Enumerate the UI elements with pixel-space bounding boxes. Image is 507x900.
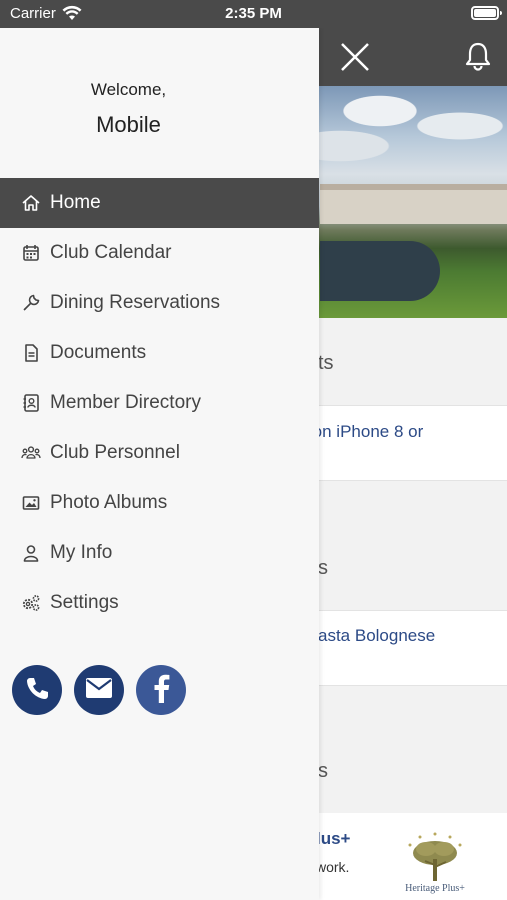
image-icon: [20, 492, 42, 514]
phone-icon: [24, 675, 50, 706]
clock: 2:35 PM: [225, 5, 282, 22]
promo-title: lus+: [316, 829, 351, 848]
contact-book-icon: [20, 392, 42, 414]
calendar-icon: [20, 242, 42, 264]
menu-item-home[interactable]: Home: [0, 178, 319, 228]
menu-item-club-calendar[interactable]: Club Calendar: [0, 228, 319, 278]
menu-item-label: My Info: [50, 542, 113, 563]
menu-item-photo-albums[interactable]: Photo Albums: [0, 478, 319, 528]
facebook-button[interactable]: [136, 665, 186, 715]
group-icon: [20, 442, 42, 464]
person-icon: [20, 542, 42, 564]
menu-item-label: Documents: [50, 342, 147, 363]
user-name: Mobile: [96, 112, 161, 137]
gears-icon: [20, 592, 42, 614]
mail-icon: [85, 677, 113, 704]
welcome-label: Welcome,: [90, 80, 167, 99]
status-bar: Carrier 2:35 PM: [0, 0, 507, 28]
menu-link[interactable]: asta Bolognese: [318, 626, 435, 646]
menu-item-label: Member Directory: [50, 392, 201, 413]
bell-icon[interactable]: [462, 40, 494, 72]
close-icon[interactable]: [340, 42, 370, 72]
promo-text: work.: [316, 859, 350, 875]
facebook-icon: [151, 673, 171, 708]
menu-item-my-info[interactable]: My Info: [0, 528, 319, 578]
menu-item-label: Photo Albums: [50, 492, 168, 513]
menu-item-settings[interactable]: Settings: [0, 578, 319, 628]
menu-item-label: Settings: [50, 592, 119, 613]
social-links: [12, 665, 186, 715]
email-button[interactable]: [74, 665, 124, 715]
menu-item-label: Dining Reservations: [50, 292, 221, 313]
menu-item-label: Home: [50, 192, 101, 213]
battery-icon: [471, 6, 502, 20]
drawer-menu: Home Club Calendar Dining Reservations D…: [0, 178, 319, 628]
side-drawer: Welcome, Mobile Home Club Calendar Dinin…: [0, 28, 319, 900]
menu-item-label: Club Calendar: [50, 242, 172, 263]
wrench-icon: [20, 292, 42, 314]
home-icon: [20, 192, 42, 214]
menu-item-member-directory[interactable]: Member Directory: [0, 378, 319, 428]
menu-item-club-personnel[interactable]: Club Personnel: [0, 428, 319, 478]
phone-button[interactable]: [12, 665, 62, 715]
logo-text: Heritage Plus+: [405, 883, 465, 894]
menu-item-label: Club Personnel: [50, 442, 180, 463]
menu-item-documents[interactable]: Documents: [0, 328, 319, 378]
menu-item-dining-reservations[interactable]: Dining Reservations: [0, 278, 319, 328]
document-icon: [20, 342, 42, 364]
